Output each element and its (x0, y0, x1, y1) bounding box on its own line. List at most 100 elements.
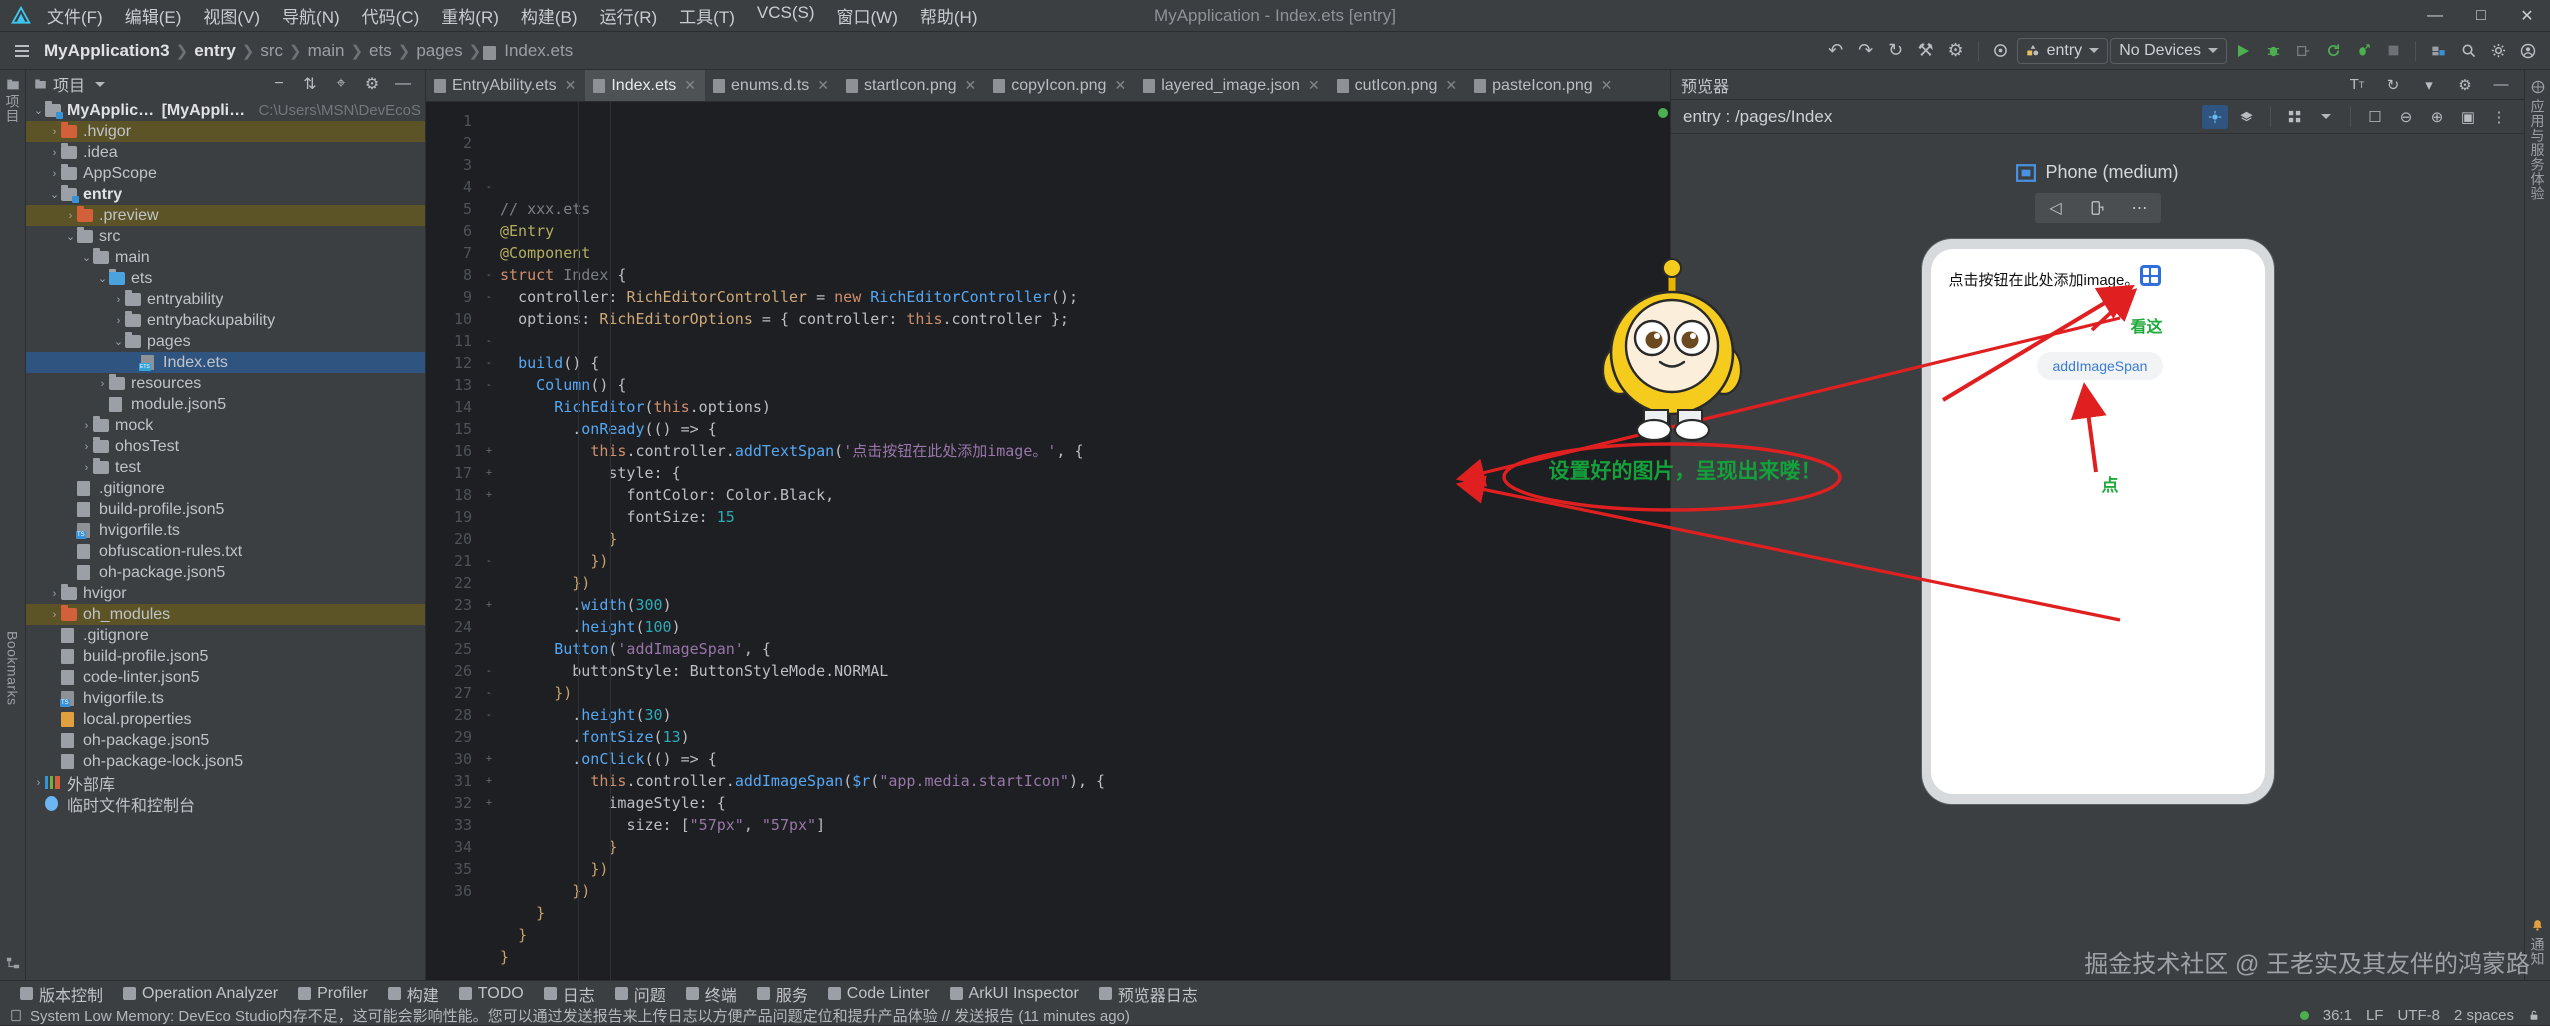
editor-tab-index-ets[interactable]: Index.ets ✕ (585, 70, 706, 101)
indent-setting[interactable]: 2 spaces (2454, 1007, 2514, 1024)
rotate-device-icon[interactable] (2077, 193, 2119, 223)
tree-node-code-linter-json5[interactable]: code-linter.json5 (26, 667, 425, 688)
breadcrumb-item-2[interactable]: src (256, 40, 287, 62)
menu-hamburger-icon[interactable] (8, 38, 36, 64)
tree-node-build-profile-json5[interactable]: build-profile.json5 (26, 646, 425, 667)
menu-item-4[interactable]: 代码(C) (351, 1, 431, 30)
tree-node-entrybackupability[interactable]: › entrybackupability (26, 310, 425, 331)
zoom-out-icon[interactable]: ⊖ (2393, 105, 2419, 129)
fold-toggle-icon[interactable]: + (478, 748, 500, 770)
tree-node-resources[interactable]: › resources (26, 373, 425, 394)
chevron-right-icon[interactable] (64, 483, 77, 495)
fold-toggle-icon[interactable]: - (478, 352, 500, 374)
sort-icon[interactable]: ⇅ (296, 71, 324, 97)
chevron-right-icon[interactable]: › (48, 609, 61, 621)
lock-icon[interactable] (2528, 1009, 2540, 1022)
chevron-down-icon[interactable] (2313, 105, 2339, 129)
bookmarks-tool-button[interactable]: Bookmarks (5, 631, 21, 706)
rerun-icon[interactable] (2319, 38, 2347, 64)
chevron-down-icon[interactable] (95, 81, 106, 87)
account-icon[interactable] (2514, 38, 2542, 64)
layout-inspector-icon[interactable] (2424, 38, 2452, 64)
close-tab-icon[interactable]: ✕ (1601, 77, 1613, 94)
fold-toggle-icon[interactable]: - (478, 550, 500, 572)
chevron-right-icon[interactable]: › (48, 168, 61, 180)
tree-node-appscope[interactable]: › AppScope (26, 163, 425, 184)
menu-item-10[interactable]: 窗口(W) (826, 1, 909, 30)
gear-icon[interactable] (2484, 38, 2512, 64)
hide-panel-icon[interactable]: — (2488, 73, 2514, 97)
editor-tab-enums-d-ts[interactable]: enums.d.ts ✕ (705, 70, 838, 101)
target-icon[interactable] (1987, 38, 2015, 64)
tree-node-obfuscation-rules-txt[interactable]: obfuscation-rules.txt (26, 541, 425, 562)
chevron-down-icon[interactable]: ⌄ (96, 272, 109, 285)
bottom-tool-operation-analyzer[interactable]: Operation Analyzer (113, 982, 288, 1006)
editor-marker-bar[interactable] (1656, 102, 1670, 980)
fold-toggle-icon[interactable]: + (478, 462, 500, 484)
breadcrumb-item-5[interactable]: pages (412, 40, 466, 62)
chevron-right-icon[interactable] (64, 567, 77, 579)
code-fold-gutter[interactable]: - - - - - - + + + - + - - - + + + (478, 102, 500, 980)
chevron-right-icon[interactable] (64, 546, 77, 558)
chevron-down-icon[interactable]: ⌄ (48, 188, 61, 201)
tree-node-src[interactable]: ⌄ src (26, 226, 425, 247)
module-selector[interactable]: entry (2016, 37, 2109, 64)
bottom-tool---[interactable]: 终端 (676, 982, 747, 1006)
bottom-tool-----[interactable]: 版本控制 (10, 982, 113, 1006)
bottom-tool-code-linter[interactable]: Code Linter (818, 982, 940, 1006)
editor-area[interactable]: 1 2 3 4 5 6 7 8 9 10 11 12 13 14 15 16 17 18 19 20 21 22 23 24 2… (426, 102, 1670, 980)
tree-node-pages[interactable]: ⌄ pages (26, 331, 425, 352)
tree-node----[interactable]: › 外部库 (26, 772, 425, 794)
settings-icon[interactable]: ⚙ (358, 71, 386, 97)
tree-node-entryability[interactable]: › entryability (26, 289, 425, 310)
menu-item-0[interactable]: 文件(F) (36, 1, 114, 30)
bottom-tool------[interactable]: 预览器日志 (1089, 982, 1208, 1006)
menu-item-3[interactable]: 导航(N) (271, 1, 351, 30)
tree-node--gitignore[interactable]: .gitignore (26, 478, 425, 499)
chevron-right-icon[interactable]: › (96, 378, 109, 390)
fold-toggle-icon[interactable]: - (478, 704, 500, 726)
fold-toggle-icon[interactable]: + (478, 440, 500, 462)
tree-node--gitignore[interactable]: .gitignore (26, 625, 425, 646)
editor-tab-copyicon-png[interactable]: copyIcon.png ✕ (985, 70, 1135, 101)
menu-item-11[interactable]: 帮助(H) (909, 1, 989, 30)
menu-item-1[interactable]: 编辑(E) (114, 1, 193, 30)
search-icon[interactable] (2454, 38, 2482, 64)
settings-toolbar-icon[interactable]: ⚙ (1942, 38, 1970, 64)
menu-item-5[interactable]: 重构(R) (430, 1, 510, 30)
chevron-right-icon[interactable] (48, 756, 61, 768)
tree-node-mock[interactable]: › mock (26, 415, 425, 436)
sync-icon[interactable]: ↻ (1882, 38, 1910, 64)
rotate-icon[interactable]: ▣ (2455, 105, 2481, 129)
bottom-tool---[interactable]: 问题 (605, 982, 676, 1006)
tree-node-hvigor[interactable]: › hvigor (26, 583, 425, 604)
collapse-all-icon[interactable]: − (265, 71, 293, 97)
layers-icon[interactable] (2233, 105, 2259, 129)
build-hammer-icon[interactable]: ⚒ (1912, 38, 1940, 64)
ratio-icon[interactable]: ⋮ (2486, 105, 2512, 129)
tree-node-oh-package-lock-json5[interactable]: oh-package-lock.json5 (26, 751, 425, 772)
chevron-right-icon[interactable] (96, 399, 109, 411)
profile-icon[interactable] (2349, 38, 2377, 64)
tree-node-build-profile-json5[interactable]: build-profile.json5 (26, 499, 425, 520)
gear-icon[interactable]: ⚙ (2452, 73, 2478, 97)
chevron-right-icon[interactable] (48, 672, 61, 684)
close-tab-icon[interactable]: ✕ (965, 77, 977, 94)
chevron-right-icon[interactable] (64, 504, 77, 516)
bottom-tool-profiler[interactable]: Profiler (288, 982, 378, 1006)
device-controls[interactable]: ◁ ⋯ (2034, 193, 2161, 223)
bottom-tool---[interactable]: 日志 (534, 982, 605, 1006)
close-tab-icon[interactable]: ✕ (1445, 77, 1457, 94)
menu-item-6[interactable]: 构建(B) (510, 1, 589, 30)
editor-tab-pasteicon-png[interactable]: pasteIcon.png ✕ (1466, 70, 1621, 101)
tree-node-local-properties[interactable]: local.properties (26, 709, 425, 730)
tree-node-hvigorfile-ts[interactable]: hvigorfile.ts (26, 520, 425, 541)
close-tab-icon[interactable]: ✕ (565, 77, 577, 94)
tree-node-hvigorfile-ts[interactable]: hvigorfile.ts (26, 688, 425, 709)
more-icon[interactable]: ⋯ (2119, 193, 2161, 223)
project-tool-button[interactable]: 项目 (3, 78, 23, 123)
select-opened-file-icon[interactable]: ⌖ (327, 71, 355, 97)
tree-node-entry[interactable]: ⌄ entry (26, 184, 425, 205)
editor-tab-cuticon-png[interactable]: cutIcon.png ✕ (1329, 70, 1466, 101)
breadcrumb-item-0[interactable]: MyApplication3 (40, 40, 174, 62)
